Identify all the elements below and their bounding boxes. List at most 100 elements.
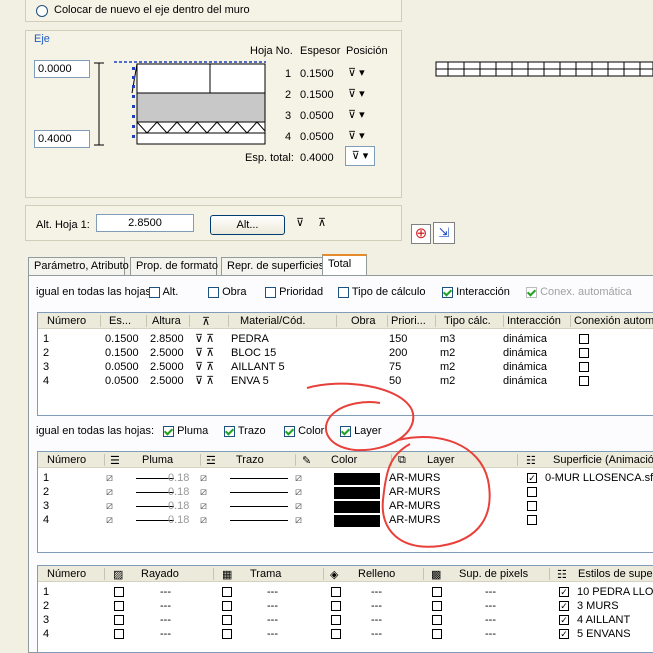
tab-repr-superficies[interactable]: Repr. de superficies xyxy=(221,257,324,275)
col-conexion[interactable]: Conexión autom. xyxy=(574,315,653,328)
surface-checkbox[interactable] xyxy=(527,500,537,513)
filter-pluma[interactable]: Pluma xyxy=(163,425,208,437)
pixel-checkbox[interactable] xyxy=(432,628,442,641)
style-checkbox[interactable] xyxy=(559,600,569,613)
table-row[interactable]: 4 ⧄ 0.18 ⧄ ⧄ AR-MURS xyxy=(38,514,653,528)
pixel-value: --- xyxy=(485,600,496,612)
trama-checkbox[interactable] xyxy=(222,586,232,599)
table-row[interactable]: 3 ⧄ 0.18 ⧄ ⧄ AR-MURS xyxy=(38,500,653,514)
rayado-checkbox[interactable] xyxy=(114,614,124,627)
table-row[interactable]: 4 --- --- --- --- 5 ENVANS xyxy=(38,628,653,642)
style-checkbox[interactable] xyxy=(559,628,569,641)
radio-button[interactable] xyxy=(36,5,48,17)
filter-alt[interactable]: Alt. xyxy=(149,286,178,298)
axis-top-icon[interactable]: ⊽ xyxy=(296,216,304,229)
export-icon[interactable]: ⇲ xyxy=(433,222,455,244)
col-material[interactable]: Material/Cód. xyxy=(240,315,305,328)
col-altura[interactable]: Altura xyxy=(152,315,181,328)
rayado-checkbox[interactable] xyxy=(114,628,124,641)
axis-column-icon[interactable]: ⊼ xyxy=(202,315,210,328)
col-prioridad[interactable]: Priori... xyxy=(391,315,426,328)
surface-checkbox[interactable] xyxy=(527,514,537,527)
table-row[interactable]: 2 0.1500 2.5000 ⊽ ⊼ BLOC 15 200 m2 dinám… xyxy=(38,347,653,361)
col-tipo-calculo[interactable]: Tipo cálc. xyxy=(444,315,491,328)
alt-button[interactable]: Alt... xyxy=(210,215,285,235)
table-row[interactable]: 2 --- --- --- --- 3 MURS xyxy=(38,600,653,614)
relleno-checkbox[interactable] xyxy=(331,628,341,641)
col-trazo[interactable]: Trazo xyxy=(236,454,264,467)
filter-interaccion[interactable]: Interacción xyxy=(442,286,510,298)
col-color[interactable]: Color xyxy=(331,454,357,467)
col-trama[interactable]: Trama xyxy=(250,568,281,581)
row-conexion-checkbox[interactable] xyxy=(579,333,589,346)
pixel-checkbox[interactable] xyxy=(432,586,442,599)
filter-tipo-calculo[interactable]: Tipo de cálculo xyxy=(338,286,425,298)
row-conexion-checkbox[interactable] xyxy=(579,361,589,374)
filter-trazo[interactable]: Trazo xyxy=(224,425,266,437)
stroke-line xyxy=(230,506,288,507)
table-row[interactable]: 1 ⧄ 0.18 ⧄ ⧄ AR-MURS 0-MUR LLOSENCA.sfs xyxy=(38,472,653,486)
color-swatch[interactable] xyxy=(334,501,380,513)
table-row[interactable]: 1 0.1500 2.8500 ⊽ ⊼ PEDRA 150 m3 dinámic… xyxy=(38,333,653,347)
eje-bottom-value[interactable]: 0.4000 xyxy=(34,130,90,148)
table-row[interactable]: 2 ⧄ 0.18 ⧄ ⧄ AR-MURS xyxy=(38,486,653,500)
position-dropdown[interactable]: ⊽ ▾ xyxy=(348,108,365,121)
rayado-checkbox[interactable] xyxy=(114,600,124,613)
materials-table: Número Es... Altura ⊼ Material/Cód. Obra… xyxy=(37,312,653,416)
col-interaccion[interactable]: Interacción xyxy=(507,315,561,328)
row-espesor: 0.0500 xyxy=(105,361,139,373)
pixel-checkbox[interactable] xyxy=(432,600,442,613)
col-estilos[interactable]: Estilos de supe xyxy=(578,568,653,581)
filter-prioridad[interactable]: Prioridad xyxy=(265,286,323,298)
relleno-checkbox[interactable] xyxy=(331,614,341,627)
position-dropdown[interactable]: ⊽ ▾ xyxy=(348,129,365,142)
table-row[interactable]: 3 --- --- --- --- 4 AILLANT xyxy=(38,614,653,628)
filter-layer[interactable]: Layer xyxy=(340,425,382,437)
filter-color[interactable]: Color xyxy=(284,425,328,437)
style-checkbox[interactable] xyxy=(559,586,569,599)
tab-total[interactable]: Total xyxy=(322,254,367,276)
rayado-checkbox[interactable] xyxy=(114,586,124,599)
surface-checkbox[interactable] xyxy=(527,472,537,485)
col-espesor[interactable]: Es... xyxy=(109,315,131,328)
table-row[interactable]: 3 0.0500 2.5000 ⊽ ⊼ AILLANT 5 75 m2 diná… xyxy=(38,361,653,375)
trama-checkbox[interactable] xyxy=(222,628,232,641)
col-obra[interactable]: Obra xyxy=(351,315,375,328)
axis-bottom-icon[interactable]: ⊼ xyxy=(318,216,326,229)
trama-checkbox[interactable] xyxy=(222,600,232,613)
col-numero[interactable]: Número xyxy=(47,568,86,581)
style-checkbox[interactable] xyxy=(559,614,569,627)
relleno-checkbox[interactable] xyxy=(331,586,341,599)
col-rayado[interactable]: Rayado xyxy=(141,568,179,581)
color-swatch[interactable] xyxy=(334,515,380,527)
col-layer[interactable]: Layer xyxy=(427,454,455,467)
col-sup-pixels[interactable]: Sup. de pixels xyxy=(459,568,528,581)
tab-prop-formato[interactable]: Prop. de formato xyxy=(130,257,218,275)
pixel-checkbox[interactable] xyxy=(432,614,442,627)
filter-obra[interactable]: Obra xyxy=(208,286,247,298)
col-pluma[interactable]: Pluma xyxy=(142,454,173,467)
surface-checkbox[interactable] xyxy=(527,486,537,499)
row-conexion-checkbox[interactable] xyxy=(579,375,589,388)
table-row[interactable]: 1 --- --- --- --- 10 PEDRA LLO xyxy=(38,586,653,600)
color-swatch[interactable] xyxy=(334,473,380,485)
col-numero[interactable]: Número xyxy=(47,454,86,467)
row-conexion-checkbox[interactable] xyxy=(579,347,589,360)
trama-checkbox[interactable] xyxy=(222,614,232,627)
position-dropdown[interactable]: ⊽ ▾ xyxy=(348,66,365,79)
rayado-value: --- xyxy=(160,600,171,612)
col-numero[interactable]: Número xyxy=(47,315,86,328)
relleno-checkbox[interactable] xyxy=(331,600,341,613)
total-position-dropdown[interactable]: ⊽ ▾ xyxy=(345,146,375,166)
color-swatch[interactable] xyxy=(334,487,380,499)
pen-layer-table-header: Número ☰ Pluma ☲ Trazo ✎ Color ⧉ Layer ☷… xyxy=(38,452,653,468)
alt-input[interactable]: 2.8500 xyxy=(96,214,194,232)
stroke-line xyxy=(230,520,288,521)
eje-top-value[interactable]: 0.0000 xyxy=(34,60,90,78)
tab-parametro[interactable]: Parámetro, Atributo xyxy=(28,257,129,275)
target-icon[interactable]: ⊕ xyxy=(411,224,431,244)
col-relleno[interactable]: Relleno xyxy=(358,568,395,581)
table-row[interactable]: 4 0.0500 2.5000 ⊽ ⊼ ENVA 5 50 m2 dinámic… xyxy=(38,375,653,389)
col-superficie[interactable]: Superficie (Animación) xyxy=(553,454,653,467)
position-dropdown[interactable]: ⊽ ▾ xyxy=(348,87,365,100)
